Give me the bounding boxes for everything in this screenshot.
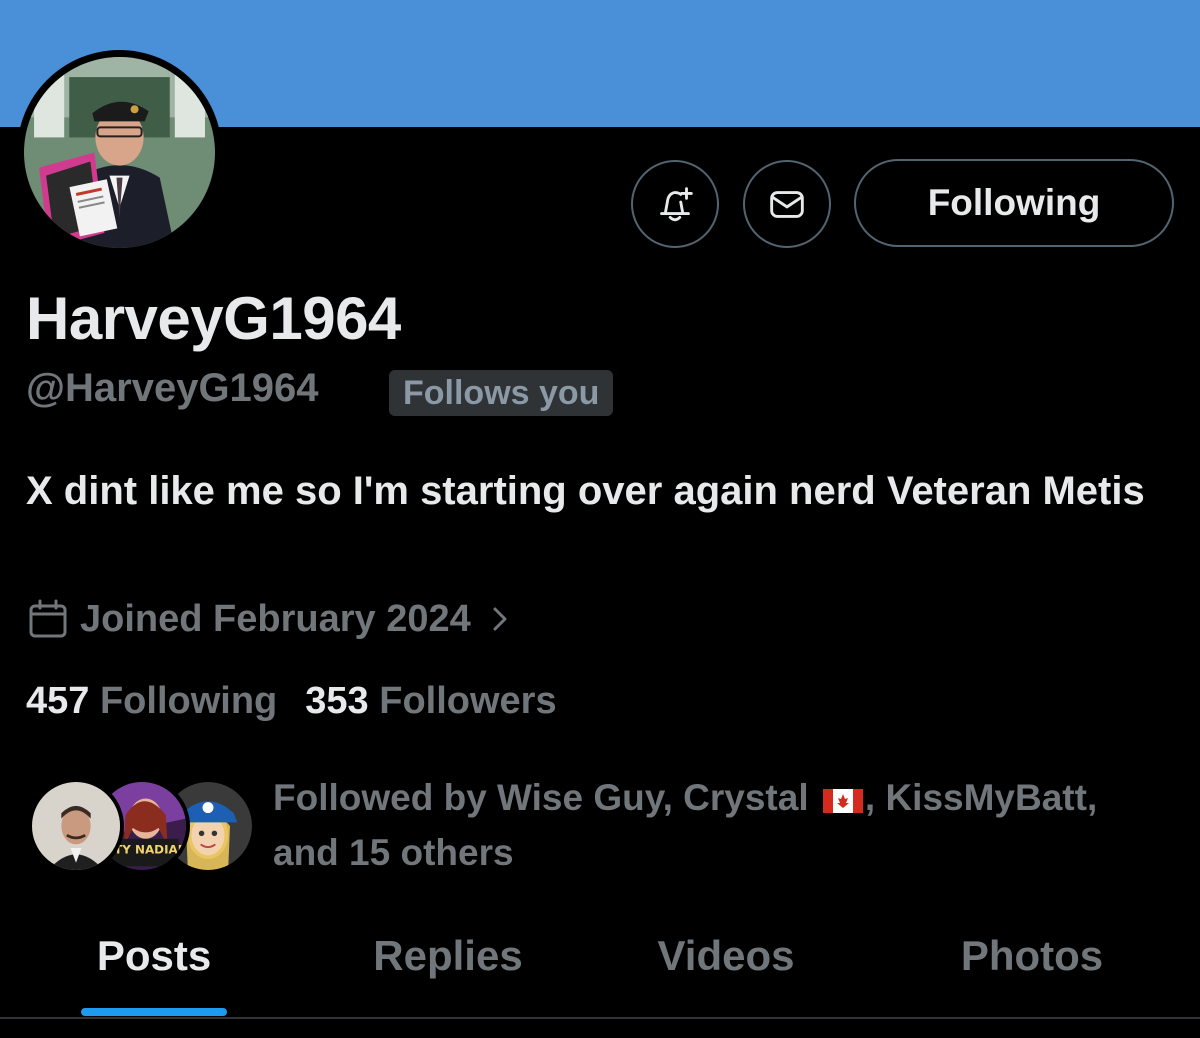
followed-by-avatars[interactable]: ASTY NADIAN bbox=[28, 778, 256, 874]
canada-flag-icon bbox=[822, 789, 863, 813]
following-count: 457 bbox=[26, 680, 90, 722]
active-tab-indicator bbox=[81, 1008, 227, 1016]
followers-stat[interactable]: 353 Followers bbox=[305, 680, 556, 723]
followers-count: 353 bbox=[305, 680, 369, 722]
followed-by-text[interactable]: Followed by Wise Guy, Crystal , KissMyBa… bbox=[273, 770, 1173, 880]
chevron-right-icon bbox=[485, 604, 515, 634]
tabs-divider bbox=[0, 1017, 1200, 1019]
followers-stat-label: Followers bbox=[379, 680, 557, 722]
display-name: HarveyG1964 bbox=[26, 285, 401, 352]
following-stat[interactable]: 457 Following bbox=[26, 680, 277, 723]
following-button[interactable]: Following bbox=[854, 159, 1174, 247]
following-stat-label: Following bbox=[99, 680, 278, 722]
followed-by-prefix: Followed by Wise Guy, Crystal bbox=[273, 777, 809, 818]
tab-videos[interactable]: Videos bbox=[610, 918, 842, 1018]
notify-button[interactable] bbox=[631, 160, 719, 248]
joined-date-text: Joined February 2024 bbox=[80, 597, 471, 640]
profile-avatar[interactable] bbox=[17, 50, 222, 255]
profile-page: Following HarveyG1964 @HarveyG1964 Follo… bbox=[0, 0, 1200, 1038]
tab-posts[interactable]: Posts bbox=[40, 918, 268, 1018]
tab-replies[interactable]: Replies bbox=[330, 918, 566, 1018]
message-button[interactable] bbox=[743, 160, 831, 248]
follower-avatar-1 bbox=[28, 778, 124, 874]
user-handle: @HarveyG1964 bbox=[26, 366, 319, 410]
follows-you-badge: Follows you bbox=[389, 370, 614, 416]
calendar-icon bbox=[26, 597, 70, 641]
envelope-icon bbox=[770, 191, 804, 218]
profile-bio: X dint like me so I'm starting over agai… bbox=[26, 469, 1145, 513]
bell-plus-icon bbox=[660, 187, 693, 222]
avatar-photo bbox=[24, 57, 215, 248]
profile-tabs: Posts Replies Videos Photos bbox=[0, 918, 1200, 1018]
tab-photos[interactable]: Photos bbox=[912, 918, 1152, 1018]
followed-by-suffix: , KissMyBatt, bbox=[864, 777, 1098, 818]
followed-by-rest: and 15 others bbox=[273, 832, 514, 873]
joined-date-row[interactable]: Joined February 2024 bbox=[26, 597, 515, 641]
follow-stats: 457 Following 353 Followers bbox=[26, 680, 557, 723]
